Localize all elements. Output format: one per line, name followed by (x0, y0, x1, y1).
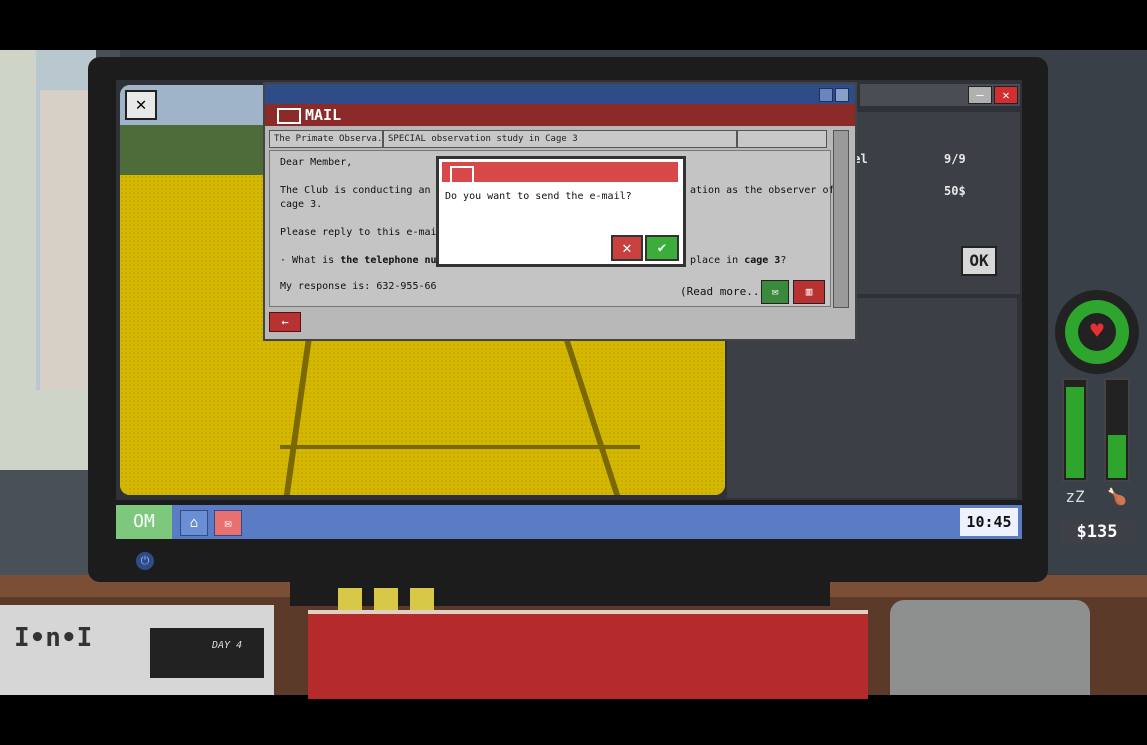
ok-button[interactable]: OK (961, 246, 997, 276)
cancel-send-button[interactable]: ✕ (611, 235, 643, 261)
power-icon[interactable]: ⏻ (136, 552, 154, 570)
mail-response: My response is: 632-955-66 (280, 281, 437, 292)
sleep-bar (1062, 378, 1088, 482)
notebook[interactable] (308, 610, 868, 699)
read-more-link[interactable]: (Read more...) (680, 285, 773, 298)
close-icon: ✕ (622, 238, 632, 257)
mail-scrollbar[interactable] (833, 130, 849, 308)
mail-paragraph-line2: cage 3. (280, 199, 323, 210)
reward-value: 50$ (944, 184, 966, 198)
city-building (40, 90, 88, 390)
envelope-icon (450, 166, 474, 184)
newspaper-logo: I•n•I (14, 623, 93, 653)
monitor-stand (290, 580, 830, 606)
indicator-light (374, 588, 398, 610)
arrow-left-icon: ← (281, 315, 289, 329)
camera-close-icon[interactable]: ✕ (125, 90, 157, 120)
sleep-bar-fill (1066, 386, 1084, 478)
money-display: $135 (1060, 518, 1134, 546)
tab-empty[interactable] (737, 130, 827, 148)
stat-value: 9/9 (944, 152, 966, 166)
heart-icon: ♥ (1078, 313, 1116, 351)
mail-question: · What is the telephone numbe (280, 255, 455, 266)
indicator-light (338, 588, 362, 610)
mail-header-title: MAIL (305, 106, 342, 124)
chicken-leg-icon: 🍗 (1107, 487, 1127, 506)
mail-close-icon[interactable] (835, 88, 849, 102)
sleep-icon: zZ (1065, 487, 1085, 506)
taskbar-mail-icon[interactable]: ✉ (214, 510, 242, 536)
newspaper-day: DAY 4 (212, 640, 243, 651)
mail-tabs: The Primate Observa... SPECIAL observati… (269, 130, 829, 148)
mail-titlebar (265, 84, 855, 104)
newspaper-banner: DAY 4 (150, 628, 264, 678)
mail-header: MAIL (265, 104, 855, 126)
taskbar (116, 505, 1022, 539)
food-bar (1104, 378, 1130, 482)
confirm-send-button[interactable]: ✔ (645, 235, 679, 261)
mail-greeting: Dear Member, (280, 157, 353, 168)
mail-paragraph-end: ation as the observer of (690, 185, 835, 196)
food-bar-fill (1108, 434, 1126, 478)
mail-minimize-icon[interactable] (819, 88, 833, 102)
close-icon[interactable]: ✕ (994, 86, 1018, 104)
envelope-icon (277, 108, 301, 124)
send-confirm-dialog: Do you want to send the e-mail? ✕ ✔ (436, 156, 686, 267)
indicator-light (410, 588, 434, 610)
envelope-icon: ✉ (771, 285, 779, 298)
dialog-header (442, 162, 678, 184)
delete-button[interactable]: ▥ (793, 280, 825, 304)
minimize-icon[interactable]: – (968, 86, 992, 104)
clock: 10:45 (960, 508, 1018, 536)
reply-button[interactable]: ✉ (761, 280, 789, 304)
checkmark-icon: ✔ (657, 240, 667, 256)
start-button[interactable]: OM (116, 505, 172, 539)
tab-special-study[interactable]: SPECIAL observation study in Cage 3 (383, 130, 737, 148)
back-button[interactable]: ← (269, 312, 301, 332)
tab-primate[interactable]: The Primate Observa... (269, 130, 383, 148)
dialog-question: Do you want to send the e-mail? (445, 191, 632, 202)
taskbar-home-icon[interactable]: ⌂ (180, 510, 208, 536)
trash-icon: ▥ (805, 285, 813, 298)
telephone[interactable] (890, 600, 1090, 695)
mail-question-end: place in cage 3? (690, 255, 787, 266)
